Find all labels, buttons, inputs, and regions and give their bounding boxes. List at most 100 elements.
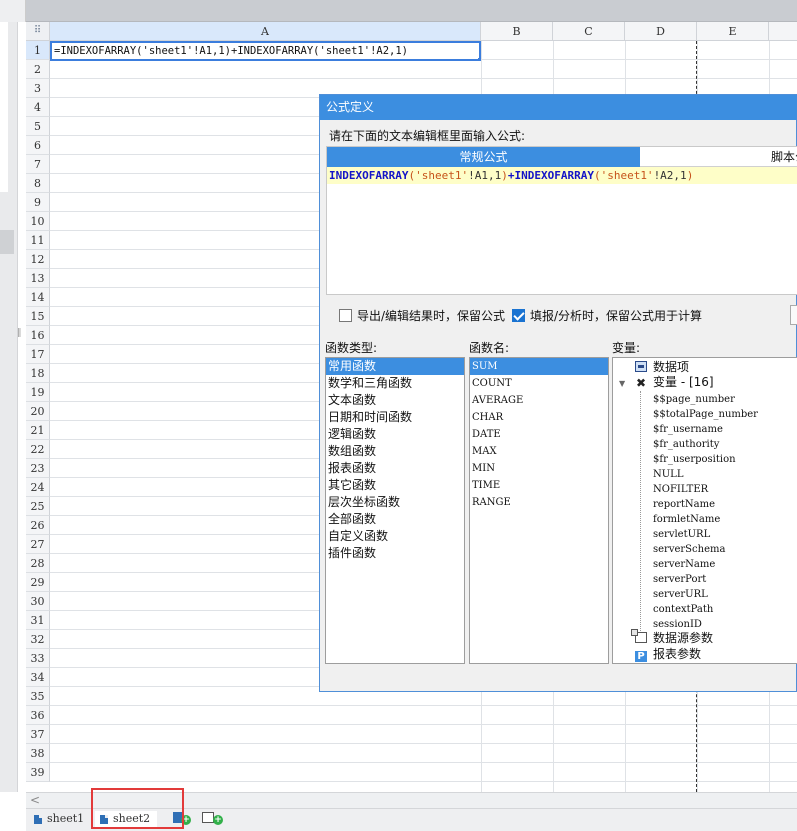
function-type-item[interactable]: 文本函数 xyxy=(326,392,464,409)
row-header[interactable]: 7 xyxy=(26,155,50,174)
function-name-item[interactable]: RANGE xyxy=(470,494,608,511)
row-header[interactable]: 24 xyxy=(26,478,50,497)
row-header[interactable]: 32 xyxy=(26,630,50,649)
function-type-item[interactable]: 插件函数 xyxy=(326,545,464,562)
function-type-item[interactable]: 逻辑函数 xyxy=(326,426,464,443)
row-header[interactable]: 2 xyxy=(26,60,50,79)
function-type-item[interactable]: 其它函数 xyxy=(326,477,464,494)
fill-handle[interactable] xyxy=(478,58,479,59)
row-header[interactable]: 10 xyxy=(26,212,50,231)
variable-item[interactable]: reportName xyxy=(653,497,715,512)
column-header-e[interactable]: E xyxy=(697,22,769,41)
variable-item[interactable]: formletName xyxy=(653,512,720,527)
function-name-item[interactable]: MAX xyxy=(470,443,608,460)
variable-item[interactable]: serverSchema xyxy=(653,542,725,557)
add-poly-sheet-icon[interactable]: + xyxy=(202,810,223,826)
row-header[interactable]: 8 xyxy=(26,174,50,193)
row-header[interactable]: 38 xyxy=(26,744,50,763)
row-header[interactable]: 15 xyxy=(26,307,50,326)
variables-tree[interactable]: 数据项 ▼ ✖ 变量 - [16] $$page_number $$totalPag… xyxy=(612,357,797,664)
row-header[interactable]: 28 xyxy=(26,554,50,573)
row-header[interactable]: 29 xyxy=(26,573,50,592)
variable-item[interactable]: sessionID xyxy=(653,617,702,632)
variable-item[interactable]: serverURL xyxy=(653,587,708,602)
keep-formula-export-option[interactable]: 导出/编辑结果时，保留公式 xyxy=(339,308,505,324)
function-name-item[interactable]: TIME xyxy=(470,477,608,494)
function-type-item[interactable]: 数组函数 xyxy=(326,443,464,460)
function-type-item[interactable]: 自定义函数 xyxy=(326,528,464,545)
function-name-item[interactable]: DATE xyxy=(470,426,608,443)
row-header[interactable]: 18 xyxy=(26,364,50,383)
function-types-list[interactable]: 常用函数 数学和三角函数 文本函数 日期和时间函数 逻辑函数 数组函数 报表函数 其它函数 层次… xyxy=(325,357,465,664)
column-header-c[interactable]: C xyxy=(553,22,625,41)
row-header[interactable]: 39 xyxy=(26,763,50,782)
function-type-item[interactable]: 全部函数 xyxy=(326,511,464,528)
keep-formula-fill-checkbox[interactable] xyxy=(512,309,525,322)
column-header-d[interactable]: D xyxy=(625,22,697,41)
variable-item[interactable]: serverName xyxy=(653,557,715,572)
variable-item[interactable]: contextPath xyxy=(653,602,713,617)
tab-script-formula[interactable]: 脚本公式 xyxy=(640,147,797,167)
column-header-b[interactable]: B xyxy=(481,22,553,41)
row-header[interactable]: 12 xyxy=(26,250,50,269)
resize-handle-icon[interactable]: ‖ xyxy=(17,328,22,338)
row-header[interactable]: 16 xyxy=(26,326,50,345)
function-names-list[interactable]: SUM COUNT AVERAGE CHAR DATE MAX MIN TIME RANGE xyxy=(469,357,609,664)
formula-text[interactable]: INDEXOFARRAY('sheet1'!A1,1)+INDEXOFARRAY… xyxy=(327,167,797,184)
function-name-item[interactable]: COUNT xyxy=(470,375,608,392)
keep-formula-fill-option[interactable]: 填报/分析时，保留公式用于计算 xyxy=(512,308,702,324)
row-header[interactable]: 13 xyxy=(26,269,50,288)
row-header[interactable]: 27 xyxy=(26,535,50,554)
side-panel-scroll-thumb[interactable] xyxy=(0,230,14,254)
row-header[interactable]: 4 xyxy=(26,98,50,117)
cell-a1[interactable]: =INDEXOFARRAY('sheet1'!A1,1)+INDEXOFARRA… xyxy=(50,41,481,61)
function-name-item[interactable]: AVERAGE xyxy=(470,392,608,409)
function-name-item[interactable]: SUM xyxy=(470,358,608,375)
function-type-item[interactable]: 日期和时间函数 xyxy=(326,409,464,426)
variable-item[interactable]: servletURL xyxy=(653,527,710,542)
function-type-item[interactable]: 常用函数 xyxy=(326,358,464,375)
row-header[interactable]: 33 xyxy=(26,649,50,668)
tab-normal-formula[interactable]: 常规公式 xyxy=(327,147,640,167)
row-header[interactable]: 20 xyxy=(26,402,50,421)
select-all-corner[interactable]: ⠿ xyxy=(26,22,50,41)
function-name-item[interactable]: MIN xyxy=(470,460,608,477)
function-type-item[interactable]: 数学和三角函数 xyxy=(326,375,464,392)
tree-node-variables[interactable]: ✖ 变量 - [16] xyxy=(635,375,714,390)
variable-item[interactable]: NULL xyxy=(653,467,683,482)
row-header[interactable]: 19 xyxy=(26,383,50,402)
tree-node-datasource-params[interactable]: 数据源参数 xyxy=(631,629,713,646)
column-header-a[interactable]: A xyxy=(50,22,481,41)
row-header[interactable]: 11 xyxy=(26,231,50,250)
row-header[interactable]: 37 xyxy=(26,725,50,744)
variable-item[interactable]: $fr_username xyxy=(653,422,723,437)
row-header[interactable]: 22 xyxy=(26,440,50,459)
scroll-left-icon[interactable]: < xyxy=(30,793,40,807)
row-header[interactable]: 5 xyxy=(26,117,50,136)
column-header-next[interactable] xyxy=(769,22,797,41)
variable-item[interactable]: $fr_userposition xyxy=(653,452,736,467)
variable-item[interactable]: $$page_number xyxy=(653,392,735,407)
row-header[interactable]: 1 xyxy=(26,41,50,60)
row-header[interactable]: 21 xyxy=(26,421,50,440)
tree-node-report-params[interactable]: P 报表参数 xyxy=(635,647,701,662)
row-header[interactable]: 3 xyxy=(26,79,50,98)
row-header[interactable]: 30 xyxy=(26,592,50,611)
row-header[interactable]: 35 xyxy=(26,687,50,706)
keep-formula-export-checkbox[interactable] xyxy=(339,309,352,322)
formula-editor[interactable]: 常规公式 脚本公式 INDEXOFARRAY('sheet1'!A1,1)+IN… xyxy=(326,146,797,295)
variable-item[interactable]: NOFILTER xyxy=(653,482,708,497)
row-header[interactable]: 26 xyxy=(26,516,50,535)
row-header[interactable]: 6 xyxy=(26,136,50,155)
row-header[interactable]: 36 xyxy=(26,706,50,725)
function-name-item[interactable]: CHAR xyxy=(470,409,608,426)
row-header[interactable]: 14 xyxy=(26,288,50,307)
collapse-triangle-icon[interactable]: ▼ xyxy=(619,379,625,388)
tree-node-data-items[interactable]: 数据项 xyxy=(635,360,689,375)
row-header[interactable]: 17 xyxy=(26,345,50,364)
row-header[interactable]: 34 xyxy=(26,668,50,687)
function-type-item[interactable]: 层次坐标函数 xyxy=(326,494,464,511)
function-type-item[interactable]: 报表函数 xyxy=(326,460,464,477)
sheet-tab-sheet1[interactable]: sheet1 xyxy=(29,811,89,829)
row-header[interactable]: 9 xyxy=(26,193,50,212)
